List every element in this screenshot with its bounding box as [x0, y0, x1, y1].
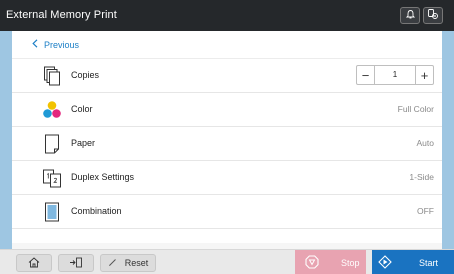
copies-stepper: − 1 + [356, 65, 434, 85]
previous-label: Previous [44, 39, 80, 50]
start-button[interactable]: Start [372, 250, 454, 274]
exit-button[interactable] [58, 254, 94, 272]
copies-value[interactable]: 1 [376, 70, 414, 79]
setting-value: 1-Side [409, 172, 434, 182]
combination-icon [42, 201, 62, 223]
setting-label: Color [71, 104, 93, 114]
setting-row-combination[interactable]: Combination OFF [12, 195, 442, 229]
notification-settings-button[interactable] [423, 7, 443, 24]
start-label: Start [419, 257, 439, 268]
title-bar: External Memory Print [0, 0, 454, 31]
setting-label: Copies [71, 70, 100, 80]
right-side-strip [442, 31, 454, 274]
paper-icon [42, 133, 62, 155]
setting-row-color[interactable]: Color Full Color [12, 93, 442, 127]
bell-icon [405, 7, 416, 25]
chevron-left-icon [32, 39, 38, 50]
home-icon [28, 256, 40, 270]
reset-icon [108, 258, 117, 269]
reset-button[interactable]: Reset [100, 254, 156, 272]
stop-label: Stop [341, 257, 360, 268]
bottom-bar: Reset Stop Start [0, 249, 454, 274]
left-side-strip [0, 31, 12, 274]
color-icon [42, 99, 62, 121]
decrease-copies-button[interactable]: − [357, 66, 375, 84]
setting-label: Paper [71, 138, 96, 148]
notification-settings-icon [427, 7, 439, 25]
setting-value: Auto [416, 138, 435, 148]
increase-copies-button[interactable]: + [415, 66, 433, 84]
setting-row-duplex[interactable]: Duplex Settings 1-Side [12, 161, 442, 195]
bell-button[interactable] [400, 7, 420, 24]
external-memory-print-screen: External Memory Print Previous Copies − … [0, 0, 454, 274]
setting-label: Combination [71, 206, 122, 216]
setting-value: OFF [417, 206, 434, 216]
home-button[interactable] [16, 254, 52, 272]
setting-row-paper[interactable]: Paper Auto [12, 127, 442, 161]
duplex-icon [42, 167, 62, 189]
reset-label: Reset [124, 258, 149, 268]
setting-row-copies: Copies − 1 + [12, 59, 442, 93]
page-title: External Memory Print [6, 9, 117, 21]
start-icon [378, 254, 392, 271]
navigation-bar: Previous [12, 31, 442, 59]
stop-icon [305, 254, 319, 271]
exit-icon [69, 257, 83, 270]
stop-button[interactable]: Stop [295, 250, 366, 274]
previous-button[interactable]: Previous [32, 39, 79, 50]
setting-value: Full Color [397, 104, 434, 114]
settings-list: Copies − 1 + Color Full Color Paper Auto [12, 59, 442, 243]
copies-icon [42, 65, 62, 87]
setting-label: Duplex Settings [71, 172, 135, 182]
